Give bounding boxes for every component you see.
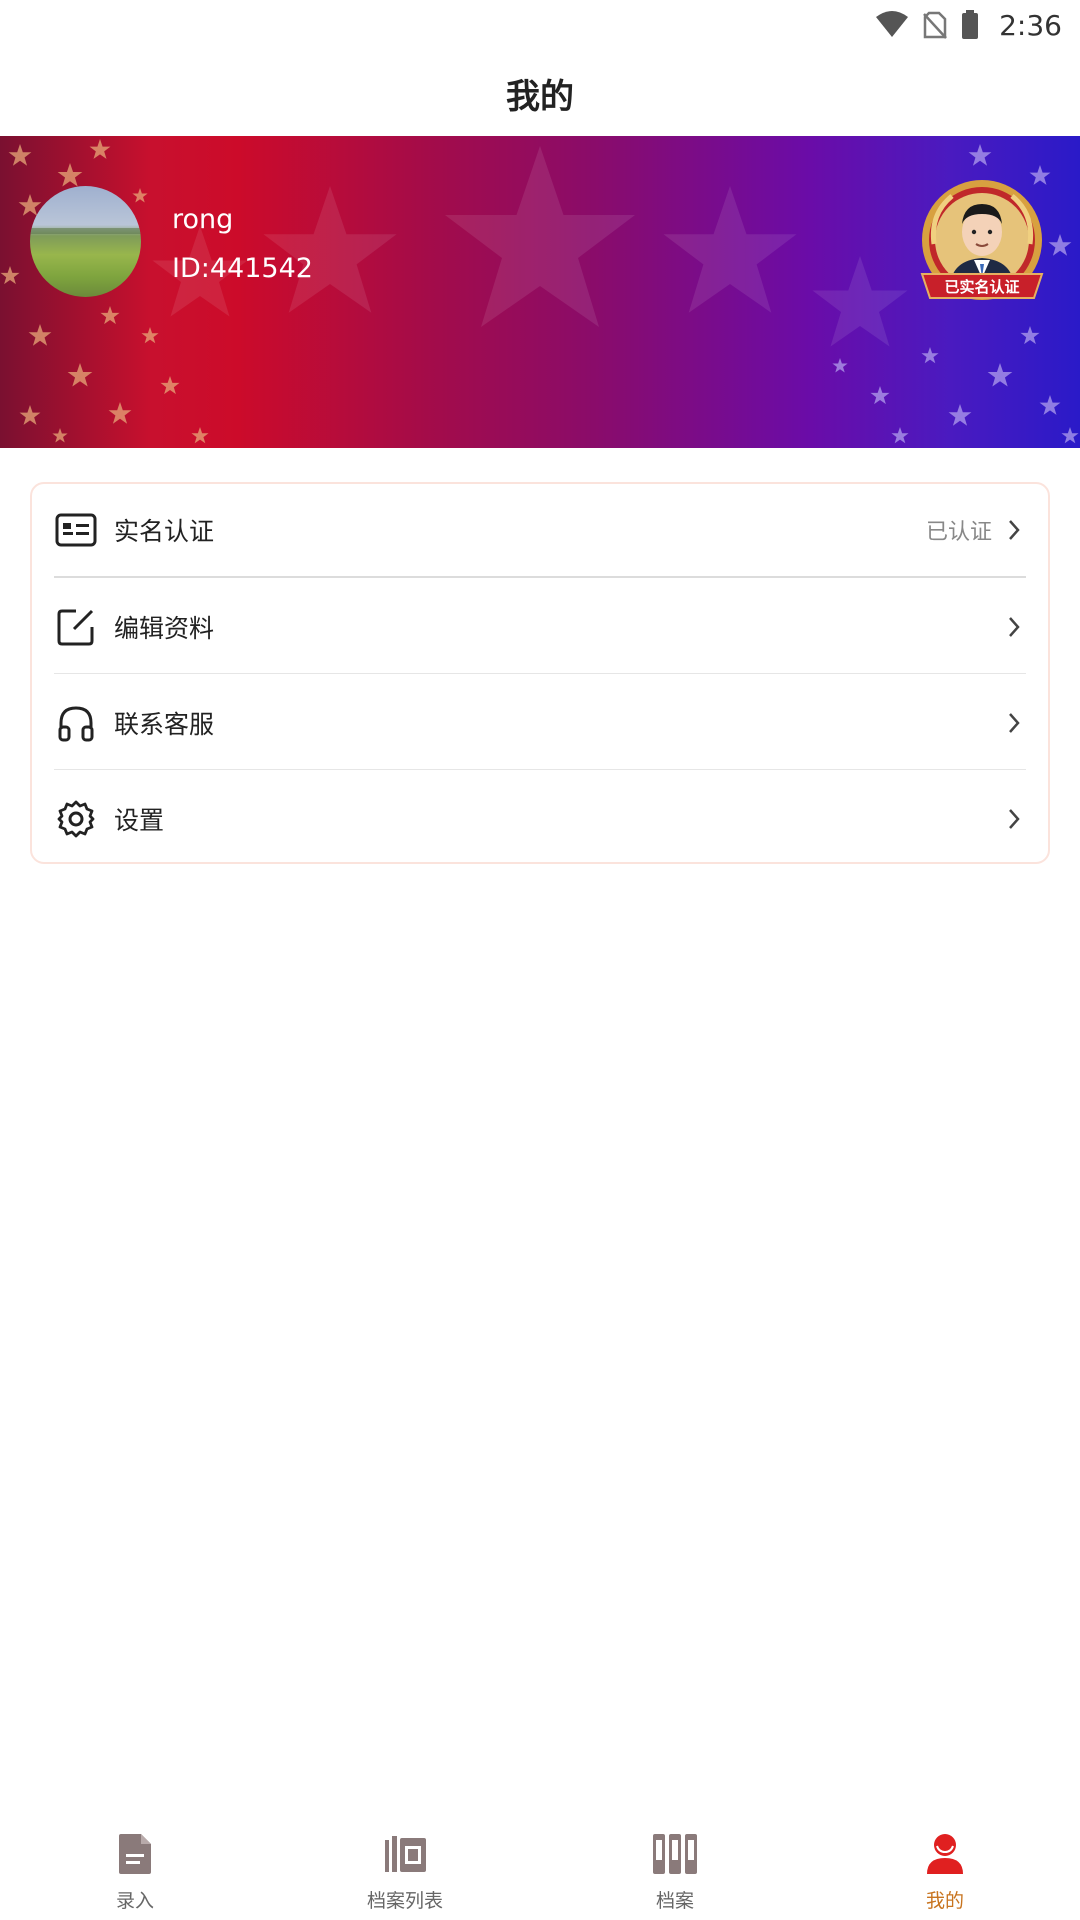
menu-item-settings[interactable]: 设置 xyxy=(54,772,1026,866)
chevron-right-icon xyxy=(1002,615,1026,639)
headphones-icon xyxy=(54,701,98,745)
user-id: ID:441542 xyxy=(172,253,313,284)
tab-mine[interactable]: 我的 xyxy=(810,1810,1080,1920)
chevron-right-icon xyxy=(1002,807,1026,831)
menu-item-real-name[interactable]: 实名认证 已认证 xyxy=(54,484,1026,578)
document-icon xyxy=(119,1834,151,1874)
person-icon xyxy=(927,1834,963,1874)
tab-archive[interactable]: 档案 xyxy=(540,1810,810,1920)
status-time: 2:36 xyxy=(999,8,1062,42)
menu-item-label: 联系客服 xyxy=(114,709,215,739)
tab-label: 档案 xyxy=(655,1890,694,1912)
battery-icon xyxy=(962,10,979,39)
profile-banner: rong ID:441542 已实名认证 xyxy=(0,136,1080,448)
chevron-right-icon xyxy=(1002,518,1026,542)
username: rong xyxy=(172,204,234,235)
id-card-icon xyxy=(54,508,98,552)
archive-icon xyxy=(653,1834,697,1874)
tab-label: 录入 xyxy=(115,1890,154,1912)
menu-item-label: 设置 xyxy=(114,806,165,835)
menu-item-label: 实名认证 xyxy=(114,517,215,546)
avatar-landscape xyxy=(30,228,141,234)
gear-icon xyxy=(54,797,98,841)
menu-item-label: 编辑资料 xyxy=(114,613,215,643)
verified-badge-icon: 已实名认证 xyxy=(920,180,1044,300)
bottom-tab-bar: 录入 档案列表 档案 我的 xyxy=(0,1810,1080,1920)
wifi-icon xyxy=(876,11,909,37)
verified-status: 已认证 xyxy=(925,520,992,545)
no-sim-icon xyxy=(923,11,948,39)
chevron-right-icon xyxy=(1002,711,1026,735)
page-title: 我的 xyxy=(506,76,574,117)
svg-text:已实名认证: 已实名认证 xyxy=(944,278,1019,296)
status-bar: 2:36 xyxy=(0,0,1080,50)
tab-archive-list[interactable]: 档案列表 xyxy=(270,1810,540,1920)
avatar[interactable] xyxy=(30,186,141,297)
tab-label: 我的 xyxy=(925,1890,964,1912)
tab-entry[interactable]: 录入 xyxy=(0,1810,270,1920)
title-bar: 我的 xyxy=(0,50,1080,136)
tab-label: 档案列表 xyxy=(366,1890,443,1912)
archive-list-icon xyxy=(385,1836,426,1872)
edit-icon xyxy=(54,605,98,649)
menu-item-edit-profile[interactable]: 编辑资料 xyxy=(54,580,1026,674)
menu-card: 实名认证 已认证 编辑资料 联系客服 设置 xyxy=(30,482,1050,864)
menu-item-contact-support[interactable]: 联系客服 xyxy=(54,676,1026,770)
